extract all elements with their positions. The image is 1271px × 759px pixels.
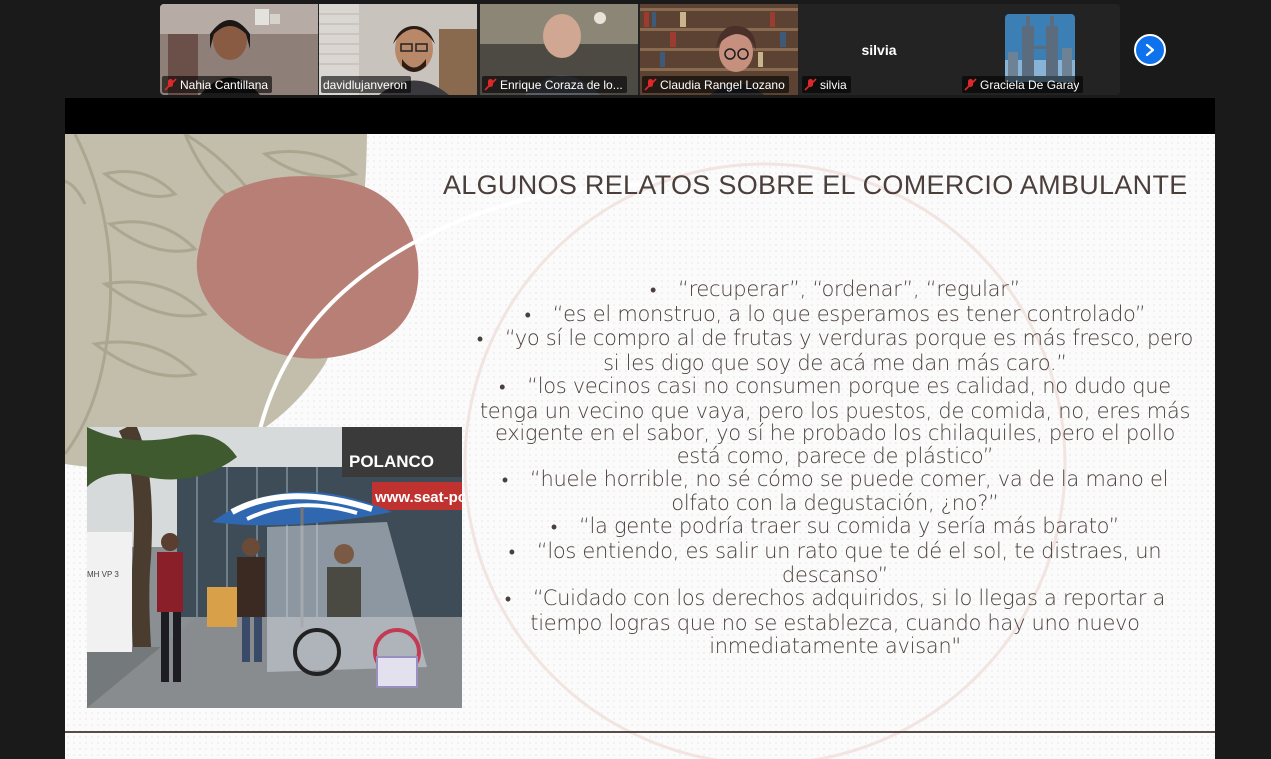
participant-tile[interactable]: Enrique Coraza de lo... — [480, 4, 638, 95]
muted-microphone-icon — [644, 78, 657, 91]
participant-name: silvia — [820, 77, 847, 92]
muted-microphone-icon — [164, 78, 177, 91]
store-sign-text: POLANCO — [349, 452, 434, 471]
quote-item: “recuperar”, “ordenar”, “regular” — [475, 278, 1195, 303]
participant-tile[interactable]: Graciela De Garay — [960, 4, 1118, 95]
participant-gallery: Nahia Cantillana davidlujanveron Enrique… — [160, 4, 1120, 95]
participant-name: Enrique Coraza de lo... — [500, 77, 623, 92]
muted-microphone-icon — [964, 78, 977, 91]
quote-item: “la gente podría traer su comida y sería… — [475, 515, 1195, 540]
participant-name: Nahia Cantillana — [180, 77, 269, 92]
participant-tile-active-speaker[interactable]: davidlujanveron — [319, 4, 477, 95]
participant-name-bar: Nahia Cantillana — [162, 76, 273, 93]
quote-list: “recuperar”, “ordenar”, “regular” “es el… — [475, 278, 1195, 657]
slide-title: ALGUNOS RELATOS SOBRE EL COMERCIO AMBULA… — [443, 170, 1188, 200]
muted-microphone-icon — [804, 78, 817, 91]
quote-item: “huele horrible, no sé cómo se puede com… — [475, 467, 1195, 515]
participant-tile[interactable]: silvia silvia — [800, 4, 958, 95]
street-vendor-image: POLANCO www.seat-pola MH VP 3 — [87, 427, 462, 708]
slide-footer-divider — [65, 731, 1215, 733]
participant-name-bar: Enrique Coraza de lo... — [482, 76, 627, 93]
participant-name-bar: silvia — [802, 76, 851, 93]
presentation-slide: ALGUNOS RELATOS SOBRE EL COMERCIO AMBULA… — [65, 134, 1215, 759]
participant-name: davidlujanveron — [323, 77, 408, 92]
quote-item: “Cuidado con los derechos adquiridos, si… — [475, 587, 1195, 657]
shared-screen: ALGUNOS RELATOS SOBRE EL COMERCIO AMBULA… — [65, 98, 1215, 759]
participant-name-bar: Claudia Rangel Lozano — [642, 76, 789, 93]
quote-item: “yo sí le compro al de frutas y verduras… — [475, 327, 1195, 375]
quote-item: “es el monstruo, a lo que esperamos es t… — [475, 302, 1195, 328]
chevron-right-icon — [1145, 43, 1155, 57]
participant-name: Graciela De Garay — [980, 77, 1080, 92]
store-banner-text: www.seat-pola — [374, 489, 462, 506]
participant-name-bar: davidlujanveron — [321, 76, 412, 93]
participant-tile[interactable]: Claudia Rangel Lozano — [640, 4, 798, 95]
participant-name: Claudia Rangel Lozano — [660, 77, 785, 92]
quote-item: “los entiendo, es salir un rato que te d… — [475, 539, 1195, 587]
participant-name-bar: Graciela De Garay — [962, 76, 1084, 93]
street-vendor-photo: POLANCO www.seat-pola MH VP 3 — [87, 427, 462, 708]
participant-display-name: silvia — [861, 42, 897, 58]
next-page-button[interactable] — [1134, 34, 1166, 66]
car-plate-text: MH VP 3 — [87, 570, 119, 579]
quote-item: “los vecinos casi no consumen porque es … — [475, 374, 1195, 468]
muted-microphone-icon — [484, 78, 497, 91]
participant-tile[interactable]: Nahia Cantillana — [160, 4, 318, 95]
